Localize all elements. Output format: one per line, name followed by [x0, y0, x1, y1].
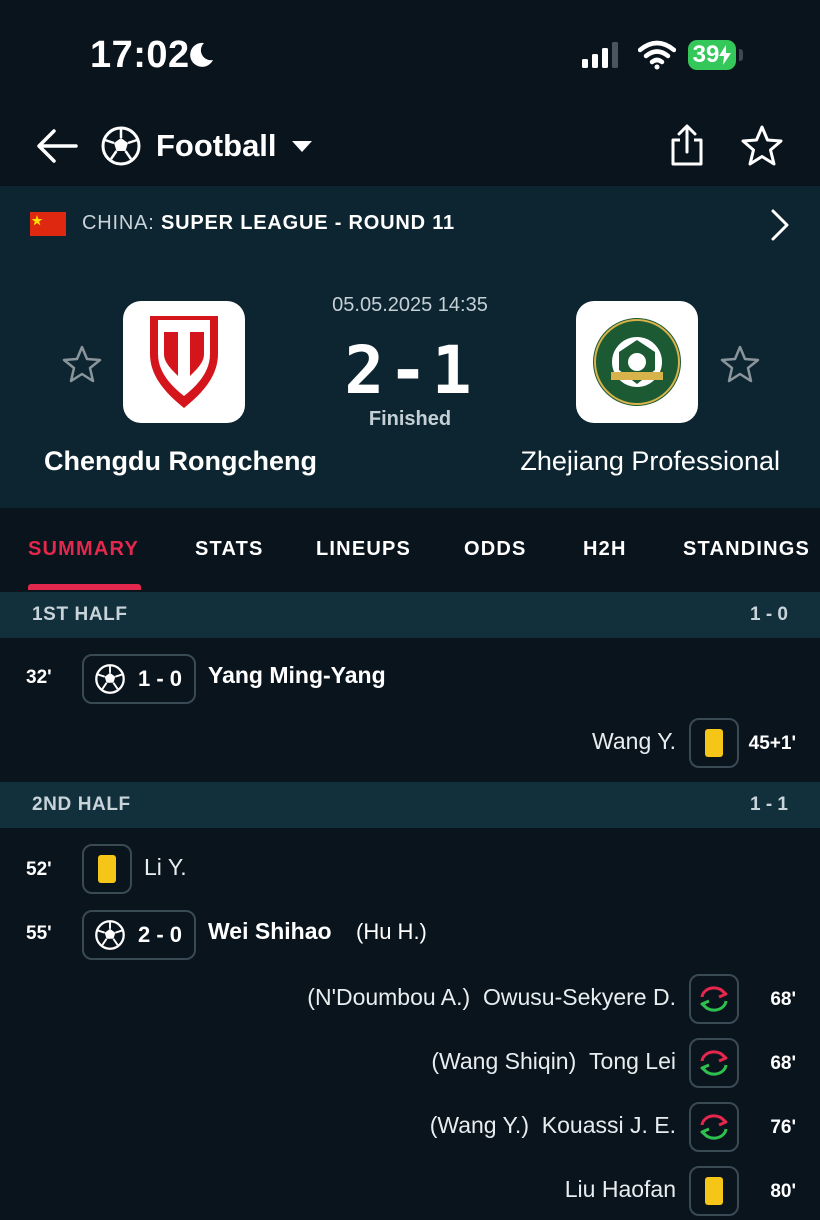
league-country: CHINA: — [82, 212, 155, 234]
match-tabs: SUMMARY STATS LINEUPS ODDS H2H STANDINGS — [0, 508, 820, 592]
caret-down-icon — [291, 141, 312, 152]
tab-summary[interactable]: SUMMARY — [28, 538, 139, 561]
league-title: CHINA: SUPER LEAGUE - ROUND 11 — [82, 212, 455, 235]
goal-assist: (Hu H.) — [356, 919, 427, 944]
active-tab-indicator — [28, 584, 141, 590]
battery-indicator: 39 — [688, 40, 736, 70]
yellow-card-badge — [689, 1166, 739, 1216]
goal-scorer: Yang Ming-Yang — [208, 662, 386, 688]
soccer-ball-icon — [95, 664, 125, 694]
event-row[interactable]: 32' 1 - 0 Yang Ming-Yang — [0, 650, 820, 706]
substitution-text: (N'Doumbou A.) Owusu-Sekyere D. — [307, 984, 676, 1011]
substitution-icon — [700, 1050, 728, 1076]
first-half-score: 1 - 0 — [749, 604, 788, 625]
event-minute: 52' — [26, 859, 52, 880]
event-row[interactable]: Liu Haofan 80' — [0, 1164, 820, 1220]
player-in: Owusu-Sekyere D. — [482, 984, 676, 1010]
china-flag-icon — [30, 212, 66, 236]
goal-badge: 1 - 0 — [82, 654, 196, 704]
event-minute: 55' — [26, 923, 52, 944]
match-status: Finished — [368, 408, 452, 430]
substitution-icon — [700, 1114, 728, 1140]
player-out: (Wang Y.) — [429, 1112, 529, 1138]
goal-scorer: Wei Shihao — [208, 918, 332, 944]
status-time: 17:02 — [90, 34, 190, 76]
yellow-card-badge — [689, 718, 739, 768]
share-icon[interactable] — [668, 124, 706, 168]
tab-odds[interactable]: ODDS — [464, 538, 527, 561]
first-half-header: 1ST HALF 1 - 0 — [0, 592, 820, 638]
battery-tip — [739, 49, 743, 61]
status-bar: 17:02 39 — [0, 0, 820, 110]
event-row[interactable]: (Wang Y.) Kouassi J. E. 76' — [0, 1100, 820, 1156]
substitution-text: (Wang Shiqin) Tong Lei — [431, 1048, 676, 1075]
tab-stats[interactable]: STATS — [195, 538, 264, 561]
favorite-star-icon[interactable] — [740, 124, 784, 168]
event-row[interactable]: (N'Doumbou A.) Owusu-Sekyere D. 68' — [0, 972, 820, 1028]
player-out: (Wang Shiqin) — [431, 1048, 577, 1074]
sport-label: Football — [156, 128, 277, 163]
goal-badge: 2 - 0 — [82, 910, 196, 960]
away-team-name[interactable]: Zhejiang Professional — [520, 446, 780, 477]
second-half-score: 1 - 1 — [749, 794, 788, 815]
event-minute: 32' — [26, 667, 52, 688]
wifi-icon — [638, 40, 676, 70]
event-minute: 76' — [770, 1117, 796, 1138]
chevron-right-icon — [771, 209, 789, 241]
top-nav: Football — [0, 110, 820, 186]
back-arrow-icon[interactable] — [36, 128, 80, 164]
substitution-text: (Wang Y.) Kouassi J. E. — [430, 1112, 676, 1139]
league-name: SUPER LEAGUE - ROUND 11 — [160, 212, 455, 234]
second-half-title: 2ND HALF — [32, 794, 131, 815]
goal-score: 1 - 0 — [138, 666, 183, 691]
match-header: 05.05.2025 14:35 2-1 Finished Chengdu Ro… — [0, 262, 820, 508]
event-row[interactable]: 55' 2 - 0 Wei Shihao (Hu H.) — [0, 906, 820, 962]
tab-h2h[interactable]: H2H — [583, 538, 627, 561]
card-player: Li Y. — [144, 854, 187, 880]
event-minute: 45+1' — [748, 733, 796, 754]
battery-level: 39 — [692, 41, 720, 68]
charging-bolt-icon — [719, 45, 732, 65]
soccer-ball-icon — [101, 126, 141, 166]
player-in: Tong Lei — [589, 1048, 676, 1074]
home-team-name[interactable]: Chengdu Rongcheng — [44, 446, 317, 477]
substitution-badge — [689, 974, 739, 1024]
player-out: (N'Doumbou A.) — [307, 984, 471, 1010]
substitution-icon — [700, 986, 728, 1012]
tab-standings[interactable]: STANDINGS — [683, 538, 810, 561]
substitution-badge — [689, 1038, 739, 1088]
event-row[interactable]: (Wang Shiqin) Tong Lei 68' — [0, 1036, 820, 1092]
away-favorite-star-icon[interactable] — [720, 344, 760, 384]
yellow-card-icon — [705, 1177, 723, 1205]
substitution-badge — [689, 1102, 739, 1152]
sport-selector[interactable]: Football — [100, 122, 313, 170]
yellow-card-badge — [82, 844, 132, 894]
moon-icon — [190, 42, 213, 67]
tab-lineups[interactable]: LINEUPS — [316, 538, 411, 561]
event-minute: 68' — [770, 1053, 796, 1074]
card-player: Liu Haofan — [564, 1176, 676, 1202]
first-half-title: 1ST HALF — [32, 604, 128, 625]
event-minute: 68' — [770, 989, 796, 1010]
soccer-ball-icon — [95, 920, 125, 950]
event-row[interactable]: Wang Y. 45+1' — [0, 716, 820, 772]
event-row[interactable]: 52' Li Y. — [0, 842, 820, 898]
away-team-logo[interactable] — [576, 301, 698, 423]
yellow-card-icon — [98, 855, 116, 883]
zhejiang-crest-icon — [593, 318, 681, 406]
signal-icon — [582, 42, 618, 68]
league-bar[interactable]: CHINA: SUPER LEAGUE - ROUND 11 — [0, 186, 820, 263]
card-player: Wang Y. — [592, 728, 676, 754]
goal-score: 2 - 0 — [138, 922, 183, 947]
second-half-header: 2ND HALF 1 - 1 — [0, 782, 820, 828]
player-in: Kouassi J. E. — [541, 1112, 676, 1138]
yellow-card-icon — [705, 729, 723, 757]
